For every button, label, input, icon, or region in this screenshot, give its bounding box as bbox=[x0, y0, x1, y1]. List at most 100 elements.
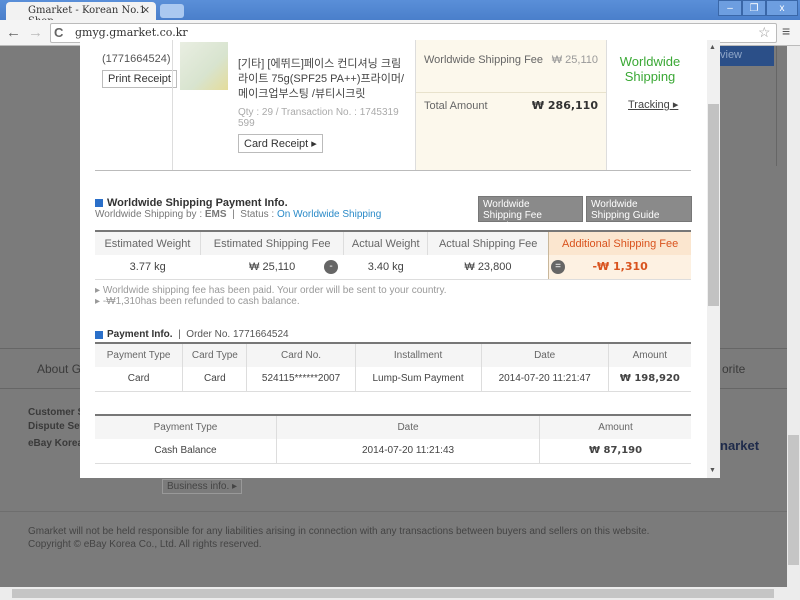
tracking-label: Tracking bbox=[628, 99, 670, 111]
total-label: Total Amount bbox=[424, 100, 488, 112]
minus-icon: - bbox=[324, 260, 338, 274]
footer-about-link[interactable]: About G bbox=[37, 362, 81, 376]
menu-icon[interactable]: ≡ bbox=[782, 23, 790, 39]
cell: ₩ 198,920 bbox=[607, 367, 691, 392]
qty-transaction: Qty : 29 / Transaction No. : 1745319599 bbox=[238, 107, 399, 129]
shipping-fee-receipt-button[interactable]: Worldwide Shipping Fee Receipt bbox=[478, 196, 583, 232]
cell: Card bbox=[95, 367, 183, 392]
header-cell: Additional Shipping Fee bbox=[548, 231, 691, 255]
header-cell: Actual Shipping Fee bbox=[427, 231, 549, 255]
total-value: ₩ 286,110 bbox=[531, 99, 598, 112]
divider bbox=[416, 92, 607, 93]
shipping-fee-value: ₩ 25,110 bbox=[551, 54, 598, 66]
cell: 524115******2007 bbox=[246, 367, 356, 392]
scroll-up-arrow-icon[interactable]: ▲ bbox=[709, 44, 716, 51]
dispute-settlement: Dispute Set bbox=[28, 421, 84, 432]
page-scrollbar-thumb[interactable] bbox=[788, 435, 799, 565]
cell: -₩ 1,310 bbox=[548, 255, 691, 280]
reload-icon[interactable]: C bbox=[54, 25, 63, 40]
shipping-guide-button[interactable]: Worldwide Shipping Guide bbox=[586, 196, 692, 222]
shipping-fee-table: Estimated Weight Estimated Shipping Fee Ac… bbox=[95, 230, 691, 280]
header-cell: Card No. bbox=[246, 343, 356, 367]
table-row: Card Card 524115******2007 Lump-Sum Payment… bbox=[95, 367, 691, 392]
header-cell: Date bbox=[480, 343, 609, 367]
section-bullet-icon bbox=[95, 199, 103, 207]
guide-label: Worldwide Shipping Guide bbox=[591, 199, 660, 221]
table-row: 3.77 kg ₩ 25,110 3.40 kg ₩ 23,800 -₩ 1,310 bbox=[95, 255, 691, 280]
new-tab-button[interactable] bbox=[160, 4, 184, 18]
cell: 3.77 kg bbox=[95, 255, 201, 280]
note-text: -₩1,310has been refunded to cash balance… bbox=[102, 296, 300, 307]
shipping-fee-label: Worldwide Shipping Fee bbox=[424, 54, 544, 66]
business-info-label: Business info. bbox=[167, 481, 230, 492]
cell: ₩ 23,800 bbox=[427, 255, 549, 280]
header-cell: Payment Type bbox=[95, 343, 183, 367]
footer-favorite-link[interactable]: orite bbox=[722, 362, 745, 376]
header-cell: Date bbox=[275, 415, 540, 439]
shipping-section-title: Worldwide Shipping Payment Info. bbox=[107, 197, 288, 209]
review-tab[interactable]: view bbox=[714, 46, 774, 66]
cell: 3.40 kg bbox=[343, 255, 428, 280]
shipping-status: Worldwide Shipping bbox=[619, 54, 681, 84]
bookmark-star-icon[interactable]: ☆ bbox=[758, 24, 771, 41]
review-label: view bbox=[720, 49, 743, 61]
customer-service: Customer S bbox=[28, 407, 85, 418]
horizontal-scrollbar-thumb[interactable] bbox=[12, 589, 774, 598]
disclaimer: Gmarket will not be held responsible for… bbox=[28, 526, 650, 537]
header-cell: Estimated Shipping Fee bbox=[199, 231, 344, 255]
note-text: Worldwide shipping fee has been paid. Yo… bbox=[102, 285, 447, 296]
print-receipt-label: Print Receipt bbox=[108, 73, 171, 85]
cell: 2014-07-20 11:21:47 bbox=[480, 367, 609, 392]
cell: Cash Balance bbox=[95, 439, 277, 464]
product-image[interactable] bbox=[180, 42, 228, 90]
status-label: Status : bbox=[240, 209, 275, 220]
section-bullet-icon bbox=[95, 331, 103, 339]
browser-tab[interactable]: Gmarket - Korean No.1 Shop× bbox=[6, 2, 156, 27]
url-text: gmyg.gmarket.co.kr bbox=[75, 26, 188, 39]
card-payment-table: Payment Type Card Type Card No. Installment… bbox=[95, 342, 691, 392]
divider bbox=[172, 40, 173, 170]
payment-title-line: Payment Info. | Order No. 1771664524 bbox=[107, 329, 289, 340]
header-cell: Card Type bbox=[182, 343, 247, 367]
header-cell: Installment bbox=[354, 343, 482, 367]
equals-icon: = bbox=[551, 260, 565, 274]
cell: Lump-Sum Payment bbox=[354, 367, 482, 392]
gmarket-logo: narket bbox=[720, 438, 760, 453]
modal-scrollbar-thumb[interactable] bbox=[708, 104, 719, 306]
ebay-korea: eBay Korea bbox=[28, 438, 84, 449]
header-cell: Estimated Weight bbox=[95, 231, 201, 255]
carrier: EMS bbox=[204, 209, 227, 220]
side-panel bbox=[776, 46, 787, 166]
cash-payment-table: Payment Type Date Amount Cash Balance 2014-… bbox=[95, 414, 691, 464]
close-tab-icon[interactable]: × bbox=[142, 5, 150, 16]
scroll-down-arrow-icon[interactable]: ▼ bbox=[709, 467, 716, 474]
header-cell: Amount bbox=[539, 415, 691, 439]
payment-section-title: Payment Info. bbox=[107, 329, 173, 340]
cell: Card bbox=[182, 367, 247, 392]
product-name[interactable]: [기타] [에뛰드]페이스 컨디셔닝 크림 라이트 75g(SPF25 PA++… bbox=[238, 57, 413, 102]
divider bbox=[0, 511, 787, 512]
close-window-button[interactable]: x bbox=[766, 0, 798, 16]
cell: 2014-07-20 11:21:43 bbox=[275, 439, 540, 464]
minimize-button[interactable]: – bbox=[718, 0, 742, 16]
divider bbox=[606, 40, 607, 170]
price-panel: Worldwide Shipping Fee ₩ 25,110 Total Am… bbox=[415, 40, 607, 170]
shipping-info-line: Worldwide Shipping by : EMS | Status : O… bbox=[95, 209, 382, 220]
divider bbox=[95, 170, 691, 171]
note-refund: ▸ -₩1,310has been refunded to cash balan… bbox=[95, 296, 300, 307]
business-info-button[interactable]: Business info. ▸ bbox=[162, 479, 243, 494]
tracking-link[interactable]: Tracking ▸ bbox=[628, 98, 678, 111]
forward-icon[interactable]: → bbox=[28, 24, 43, 41]
header-cell: Amount bbox=[607, 343, 691, 367]
print-receipt-button[interactable]: Print Receipt bbox=[102, 70, 177, 88]
payment-order-no: Order No. 1771664524 bbox=[186, 329, 289, 340]
header-cell: Payment Type bbox=[95, 415, 277, 439]
table-row: Cash Balance 2014-07-20 11:21:43 ₩ 87,190 bbox=[95, 439, 691, 464]
cell: ₩ 87,190 bbox=[539, 439, 691, 464]
header-cell: Actual Weight bbox=[343, 231, 428, 255]
note-paid: ▸ Worldwide shipping fee has been paid. … bbox=[95, 285, 447, 296]
card-receipt-button[interactable]: Card Receipt ▸ bbox=[238, 134, 323, 153]
shipping-status-text: On Worldwide Shipping bbox=[276, 209, 382, 220]
restore-button[interactable]: ❐ bbox=[742, 0, 766, 16]
back-icon[interactable]: ← bbox=[6, 24, 21, 41]
